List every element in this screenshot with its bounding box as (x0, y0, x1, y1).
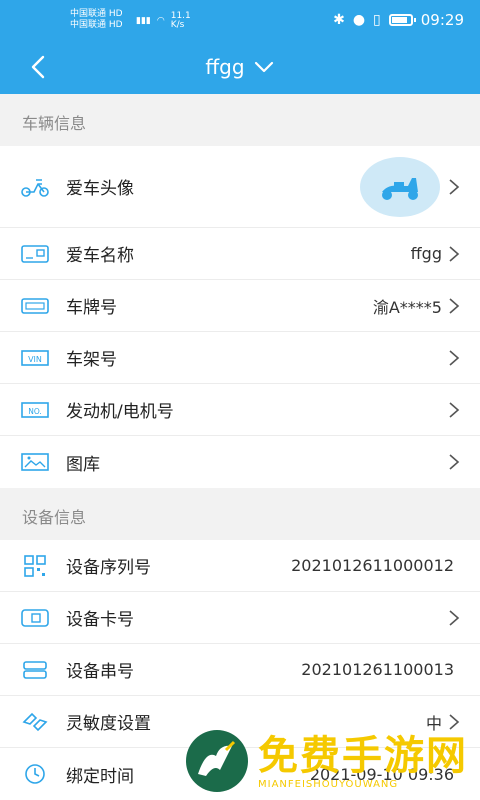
row-license-plate[interactable]: 车牌号 渝A****5 (0, 280, 480, 332)
watermark-logo (186, 730, 248, 792)
device-section-title: 设备信息 (0, 488, 480, 540)
vibrate-icon: ▯ (373, 12, 381, 28)
chevron-right-icon (449, 178, 460, 195)
row-value: ffgg (410, 244, 442, 263)
id-card-icon (20, 243, 50, 265)
row-device-serial: 设备序列号 2021012611000012 (0, 540, 480, 592)
watermark: 免费手游网 MIANFEISHOUYOUWANG (186, 722, 480, 800)
svg-text:VIN: VIN (28, 355, 42, 364)
status-bar: 中国联通 HD 中国联通 HD ▮▮▮ ◠ 11.1 K/s ✱ ● ▯ 09:… (0, 0, 480, 40)
scooter-icon (20, 176, 50, 198)
row-label: 车架号 (66, 350, 117, 370)
nav-header: ffgg (0, 40, 480, 94)
clock-icon (20, 763, 50, 785)
row-vehicle-avatar[interactable]: 爱车头像 (0, 146, 480, 228)
watermark-subtext: MIANFEISHOUYOUWANG (258, 778, 399, 790)
chevron-down-icon (254, 61, 273, 73)
row-value: 202101261100013 (301, 660, 454, 679)
chevron-right-icon (449, 609, 460, 626)
row-device-card[interactable]: 设备卡号 (0, 592, 480, 644)
vehicle-avatar[interactable] (360, 156, 440, 217)
qr-code-icon (20, 554, 50, 577)
row-vin[interactable]: VIN 车架号 (0, 332, 480, 384)
watermark-text: 免费手游网 (258, 732, 468, 779)
engine-number-icon: NO. (20, 399, 50, 421)
license-plate-icon (20, 295, 50, 317)
carrier-info: 中国联通 HD 中国联通 HD (70, 9, 123, 31)
row-device-imei: 设备串号 202101261100013 (0, 644, 480, 696)
carrier-2: 中国联通 HD (70, 20, 123, 30)
row-label: 爱车名称 (66, 246, 134, 266)
signal-icon: ▮▮▮ (136, 16, 151, 26)
page-title: ffgg (205, 55, 245, 79)
network-speed-unit: K/s (170, 20, 185, 30)
sensitivity-icon (20, 711, 50, 733)
row-value: 渝A****5 (372, 297, 442, 317)
network-info: ▮▮▮ ◠ 11.1 K/s (136, 12, 191, 30)
chevron-right-icon (449, 454, 460, 470)
row-label: 爱车头像 (66, 179, 134, 199)
vin-icon: VIN (20, 347, 50, 369)
vehicle-selector[interactable]: ffgg (205, 55, 274, 79)
location-icon: ● (352, 12, 366, 28)
row-vehicle-name[interactable]: 爱车名称 ffgg (0, 228, 480, 280)
row-label: 设备串号 (66, 662, 134, 682)
sim-card-icon (20, 607, 50, 629)
back-arrow-icon[interactable] (26, 54, 52, 80)
vehicle-section-title: 车辆信息 (0, 94, 480, 146)
row-value: 2021012611000012 (291, 556, 454, 575)
gallery-icon (20, 451, 50, 473)
chevron-right-icon (449, 297, 460, 314)
wifi-icon: ◠ (156, 16, 165, 26)
row-label: 设备序列号 (66, 558, 151, 578)
row-label: 车牌号 (66, 298, 117, 318)
row-engine-number[interactable]: NO. 发动机/电机号 (0, 384, 480, 436)
svg-text:NO.: NO. (28, 407, 42, 416)
row-gallery[interactable]: 图库 (0, 436, 480, 488)
status-right: ✱ ● ▯ 09:29 (333, 11, 464, 29)
chevron-right-icon (449, 401, 460, 418)
chevron-right-icon (449, 245, 460, 262)
battery-icon (388, 14, 416, 26)
chevron-right-icon (449, 349, 460, 366)
row-label: 发动机/电机号 (66, 402, 174, 422)
row-label: 设备卡号 (66, 610, 134, 630)
row-label: 图库 (66, 454, 100, 475)
carrier-1: 中国联通 HD (70, 9, 123, 19)
serial-icon (20, 659, 50, 681)
clock-time: 09:29 (420, 11, 464, 29)
vehicle-info-list: 爱车头像 爱车名称 ffgg 车牌号 渝A****5 VIN 车架号 NO. 发 (0, 146, 480, 488)
bluetooth-icon: ✱ (333, 12, 345, 28)
